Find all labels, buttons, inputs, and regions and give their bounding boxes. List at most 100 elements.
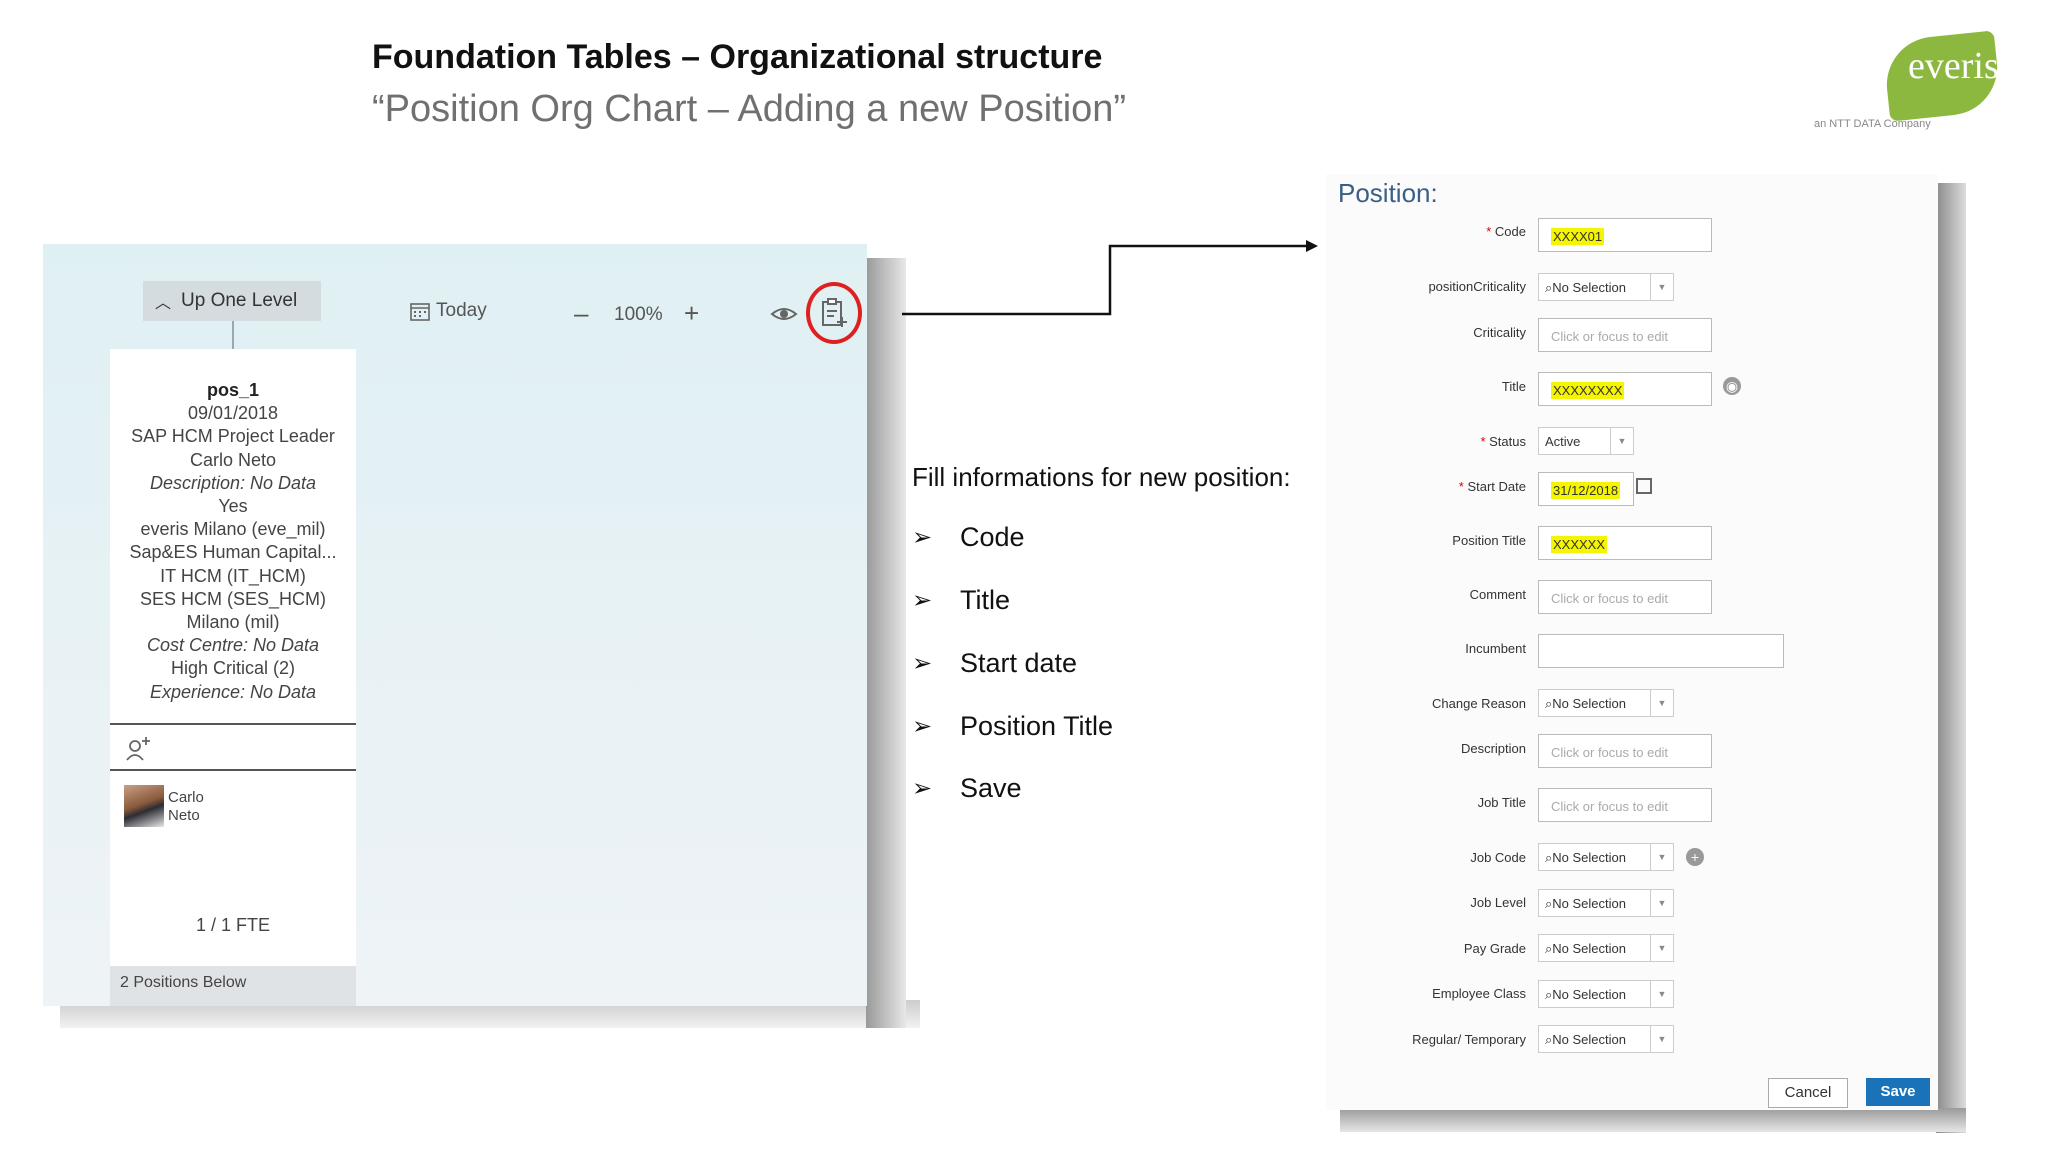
logo-text: everis xyxy=(1908,45,1999,87)
job-level-select[interactable]: ⌕No Selection ▼ xyxy=(1538,889,1674,917)
job-code-label: Job Code xyxy=(1470,850,1526,865)
arrow-bullet-icon: ➢ xyxy=(912,524,933,551)
comment-input[interactable]: Click or focus to edit xyxy=(1538,580,1712,614)
form-shadow-right xyxy=(1936,183,1966,1133)
status-select[interactable]: Active ▼ xyxy=(1538,427,1634,455)
org-connector-line xyxy=(232,321,234,349)
description-input[interactable]: Click or focus to edit xyxy=(1538,734,1712,768)
instruction-text: Title xyxy=(960,585,1011,615)
add-icon[interactable]: + xyxy=(1686,848,1704,866)
start-date-label: * Start Date xyxy=(1458,479,1526,494)
arrow-bullet-icon: ➢ xyxy=(912,775,933,802)
arrow-bullet-icon: ➢ xyxy=(912,713,933,740)
incumbent-input[interactable] xyxy=(1538,634,1784,668)
incumbent-last-name: Neto xyxy=(168,807,200,824)
position-date: 09/01/2018 xyxy=(187,403,279,424)
criticality-label: Criticality xyxy=(1473,325,1526,340)
card-divider xyxy=(110,723,356,725)
instruction-item: ➢ Title xyxy=(912,585,1010,616)
position-department: SES HCM (SES_HCM) xyxy=(139,588,327,609)
fte-count: 1 / 1 FTE xyxy=(195,915,271,935)
slide-subtitle: “Position Org Chart – Adding a new Posit… xyxy=(372,88,1127,130)
cancel-button[interactable]: Cancel xyxy=(1768,1078,1848,1108)
employee-class-select[interactable]: ⌕No Selection ▼ xyxy=(1538,980,1674,1008)
instructions-title: Fill informations for new position: xyxy=(912,462,1291,492)
form-header: Position: xyxy=(1338,178,1438,208)
instruction-item: ➢ Save xyxy=(912,773,1022,804)
chevron-down-icon: ▼ xyxy=(1650,274,1673,300)
eye-icon[interactable] xyxy=(770,304,798,324)
chevron-down-icon: ▼ xyxy=(1610,428,1633,454)
position-card[interactable]: pos_1 09/01/2018 SAP HCM Project Leader … xyxy=(110,349,356,1006)
chevron-down-icon: ▼ xyxy=(1650,890,1673,916)
code-value: XXXX01 xyxy=(1551,228,1605,245)
change-reason-select[interactable]: ⌕No Selection ▼ xyxy=(1538,689,1674,717)
regular-temporary-label: Regular/ Temporary xyxy=(1412,1032,1526,1047)
incumbent-label: Incumbent xyxy=(1465,641,1526,656)
job-level-label: Job Level xyxy=(1470,895,1526,910)
position-criticality-select[interactable]: ⌕No Selection ▼ xyxy=(1538,273,1674,301)
chevron-up-icon: ︿ xyxy=(155,295,172,312)
position-name: SAP HCM Project Leader xyxy=(131,426,335,447)
code-label: * Code xyxy=(1486,224,1526,239)
instruction-text: Code xyxy=(960,522,1025,552)
start-date-value: 31/12/2018 xyxy=(1551,482,1621,499)
position-title-input[interactable]: XXXXXX xyxy=(1538,526,1712,560)
criticality-input[interactable]: Click or focus to edit xyxy=(1538,318,1712,352)
pay-grade-select[interactable]: ⌕No Selection ▼ xyxy=(1538,934,1674,962)
position-title-value: XXXXXX xyxy=(1551,536,1608,553)
arrow-bullet-icon: ➢ xyxy=(912,587,933,614)
chevron-down-icon: ▼ xyxy=(1650,690,1673,716)
title-label: Title xyxy=(1501,379,1526,394)
positions-below-link[interactable]: 2 Positions Below xyxy=(110,966,356,1006)
instruction-item: ➢ Code xyxy=(912,522,1025,553)
position-company: everis Milano (eve_mil) xyxy=(140,519,326,540)
form-shadow-bottom xyxy=(1340,1108,1966,1132)
start-date-input[interactable]: 31/12/2018 xyxy=(1538,472,1634,506)
incumbent-name: Carlo Neto xyxy=(168,789,204,825)
position-criticality-label: positionCriticality xyxy=(1428,279,1526,294)
code-input[interactable]: XXXX01 xyxy=(1538,218,1712,252)
zoom-level: 100% xyxy=(614,304,663,325)
comment-label: Comment xyxy=(1469,587,1526,602)
add-person-icon[interactable] xyxy=(124,735,152,763)
add-position-button[interactable] xyxy=(806,282,862,344)
arrow-connector xyxy=(902,240,1318,316)
up-one-level-button[interactable]: ︿ Up One Level xyxy=(143,281,321,321)
position-location: Milano (mil) xyxy=(186,612,280,633)
employee-class-label: Employee Class xyxy=(1432,986,1526,1001)
position-division: IT HCM (IT_HCM) xyxy=(160,565,306,586)
change-reason-label: Change Reason xyxy=(1432,696,1526,711)
status-label: * Status xyxy=(1480,434,1526,449)
pay-grade-label: Pay Grade xyxy=(1463,941,1526,956)
arrow-bullet-icon: ➢ xyxy=(912,650,933,677)
chevron-down-icon: ▼ xyxy=(1650,935,1673,961)
today-button[interactable]: Today xyxy=(410,300,487,322)
regular-temporary-select[interactable]: ⌕No Selection ▼ xyxy=(1538,1025,1674,1053)
everis-logo: everis an NTT DATA Company xyxy=(1810,30,2006,140)
zoom-out-button[interactable]: – xyxy=(574,298,588,329)
instruction-item: ➢ Position Title xyxy=(912,711,1113,742)
title-value: XXXXXXXX xyxy=(1551,382,1625,399)
position-flag: Yes xyxy=(218,496,248,517)
info-icon[interactable]: ◉ xyxy=(1723,377,1741,395)
card-divider xyxy=(110,769,356,771)
position-experience: Experience: No Data xyxy=(149,681,317,702)
panel-shadow-right xyxy=(866,258,906,1028)
slide-title: Foundation Tables – Organizational struc… xyxy=(372,38,1103,76)
chevron-down-icon: ▼ xyxy=(1650,844,1673,870)
zoom-in-button[interactable]: + xyxy=(684,298,699,329)
incumbent-first-name: Carlo xyxy=(168,789,204,806)
instruction-text: Save xyxy=(960,773,1022,803)
chevron-down-icon: ▼ xyxy=(1650,981,1673,1007)
instruction-text: Start date xyxy=(960,648,1078,678)
calendar-icon[interactable] xyxy=(1636,478,1652,494)
description-label: Description xyxy=(1460,741,1526,756)
instruction-item: ➢ Start date xyxy=(912,648,1077,679)
position-business-unit: Sap&ES Human Capital... xyxy=(129,542,337,563)
up-one-level-label: Up One Level xyxy=(181,290,298,311)
job-code-select[interactable]: ⌕No Selection ▼ xyxy=(1538,843,1674,871)
save-button[interactable]: Save xyxy=(1866,1078,1930,1106)
title-input[interactable]: XXXXXXXX xyxy=(1538,372,1712,406)
job-title-input[interactable]: Click or focus to edit xyxy=(1538,788,1712,822)
